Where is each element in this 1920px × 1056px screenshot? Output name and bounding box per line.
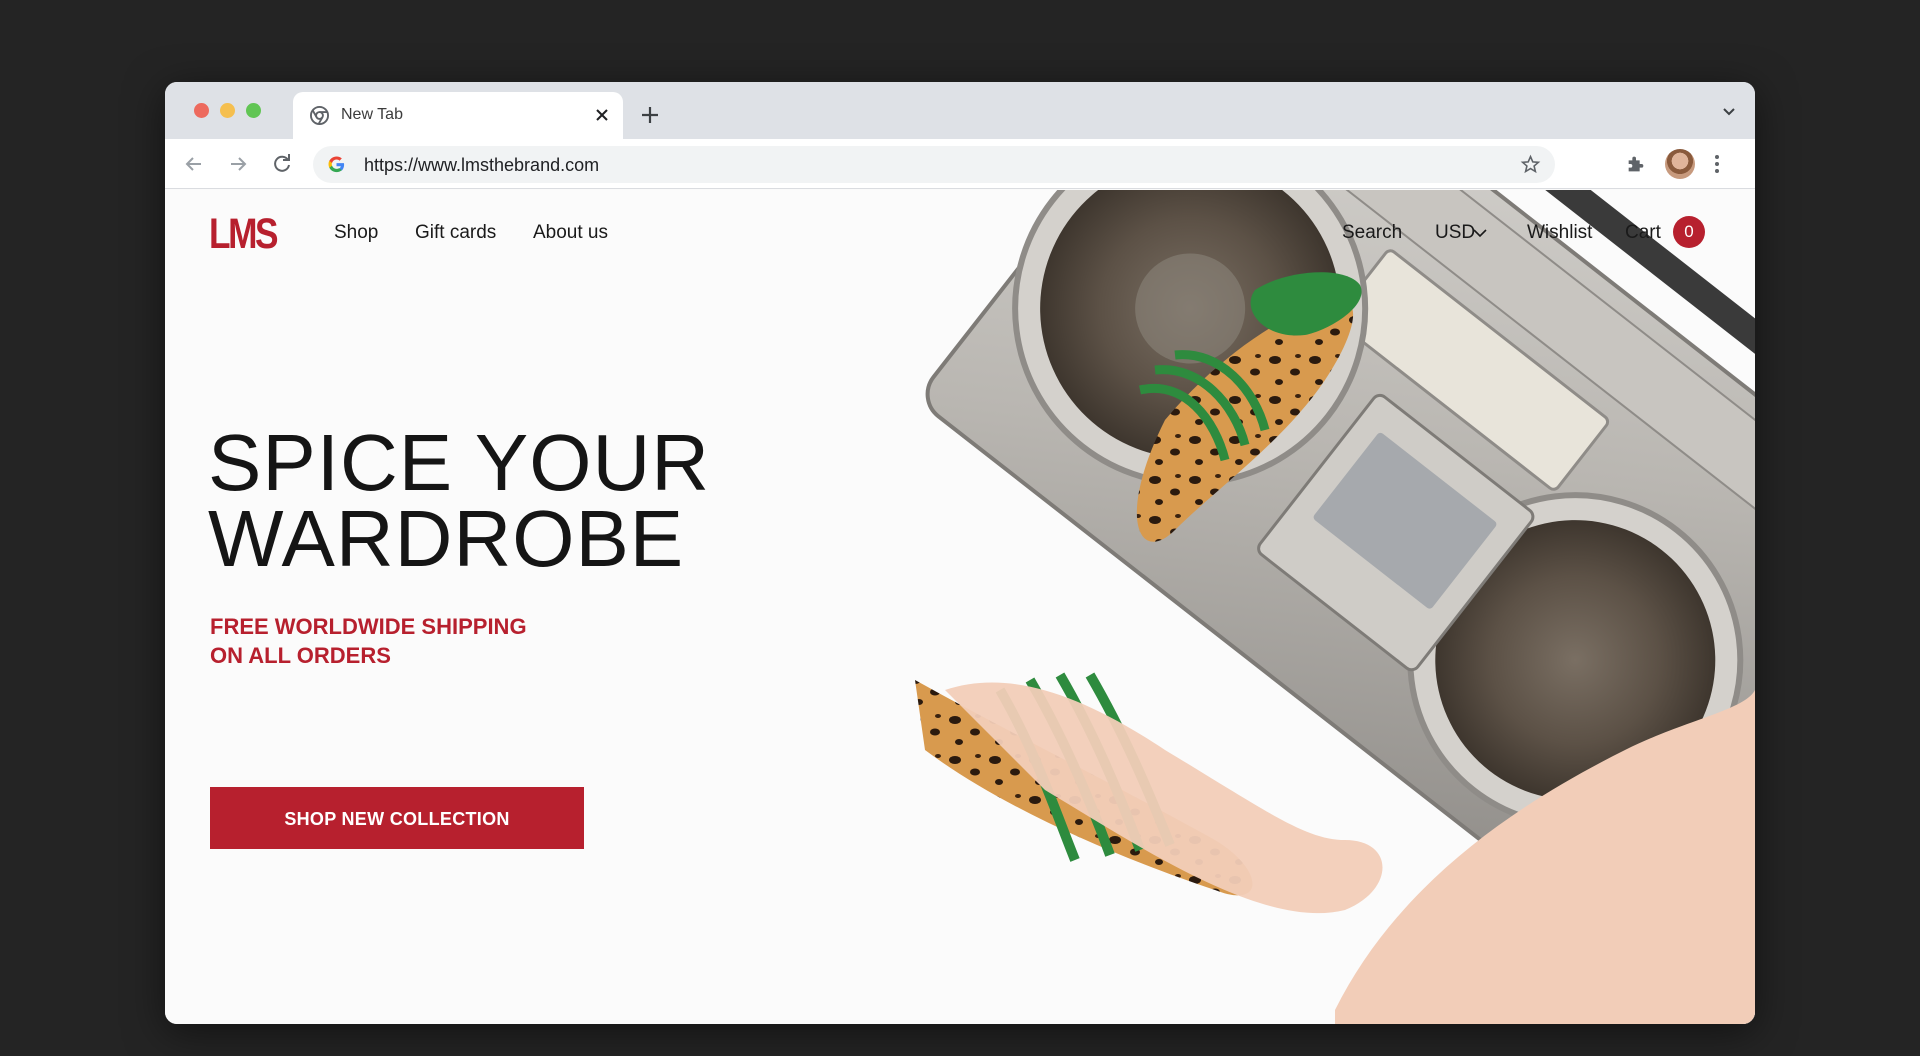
nav-about-us[interactable]: About us xyxy=(533,222,608,244)
web-page: LMS Shop Gift cards About us Search USD … xyxy=(165,190,1755,1024)
currency-selector[interactable]: USD xyxy=(1435,222,1475,244)
nav-cart[interactable]: Cart xyxy=(1625,222,1661,244)
hero-headline: SPICE YOUR WARDROBE xyxy=(208,423,768,579)
bookmark-star-icon[interactable] xyxy=(1520,154,1541,175)
chevron-down-icon[interactable] xyxy=(1473,228,1487,238)
nav-wishlist[interactable]: Wishlist xyxy=(1527,222,1592,244)
back-arrow-icon[interactable] xyxy=(182,152,206,176)
forward-arrow-icon[interactable] xyxy=(226,152,250,176)
url-text: https://www.lmsthebrand.com xyxy=(364,155,600,175)
minimize-window-button[interactable] xyxy=(220,103,235,118)
extensions-puzzle-icon[interactable] xyxy=(1625,153,1647,175)
hero-image xyxy=(915,190,1755,1024)
chevron-down-icon[interactable] xyxy=(1721,106,1737,118)
new-tab-icon[interactable] xyxy=(639,104,661,126)
hero-subhead-line2: ON ALL ORDERS xyxy=(210,643,391,668)
hero-headline-line2: WARDROBE xyxy=(208,494,685,583)
browser-tab[interactable]: New Tab xyxy=(293,92,623,139)
tab-strip: New Tab xyxy=(165,82,1755,139)
address-bar[interactable]: https://www.lmsthebrand.com xyxy=(313,146,1555,183)
browser-window: New Tab https://www.lmsthebrand.com LMS … xyxy=(165,82,1755,1024)
google-g-icon xyxy=(328,156,345,173)
nav-gift-cards[interactable]: Gift cards xyxy=(415,222,496,244)
hero-subhead-line1: FREE WORLDWIDE SHIPPING xyxy=(210,614,527,639)
profile-avatar[interactable] xyxy=(1665,149,1695,179)
reload-icon[interactable] xyxy=(270,152,294,176)
site-logo[interactable]: LMS xyxy=(209,210,279,259)
maximize-window-button[interactable] xyxy=(246,103,261,118)
browser-toolbar: https://www.lmsthebrand.com xyxy=(165,139,1755,189)
nav-shop[interactable]: Shop xyxy=(334,222,378,244)
more-vertical-icon[interactable] xyxy=(1713,152,1721,176)
chrome-icon xyxy=(310,106,329,125)
hero-subheadline: FREE WORLDWIDE SHIPPING ON ALL ORDERS xyxy=(210,612,610,670)
close-window-button[interactable] xyxy=(194,103,209,118)
cart-count-badge[interactable]: 0 xyxy=(1673,216,1705,248)
nav-search[interactable]: Search xyxy=(1342,222,1402,244)
tab-title: New Tab xyxy=(341,106,403,123)
shop-new-collection-button[interactable]: SHOP NEW COLLECTION xyxy=(210,787,584,849)
close-tab-icon[interactable] xyxy=(593,106,611,124)
